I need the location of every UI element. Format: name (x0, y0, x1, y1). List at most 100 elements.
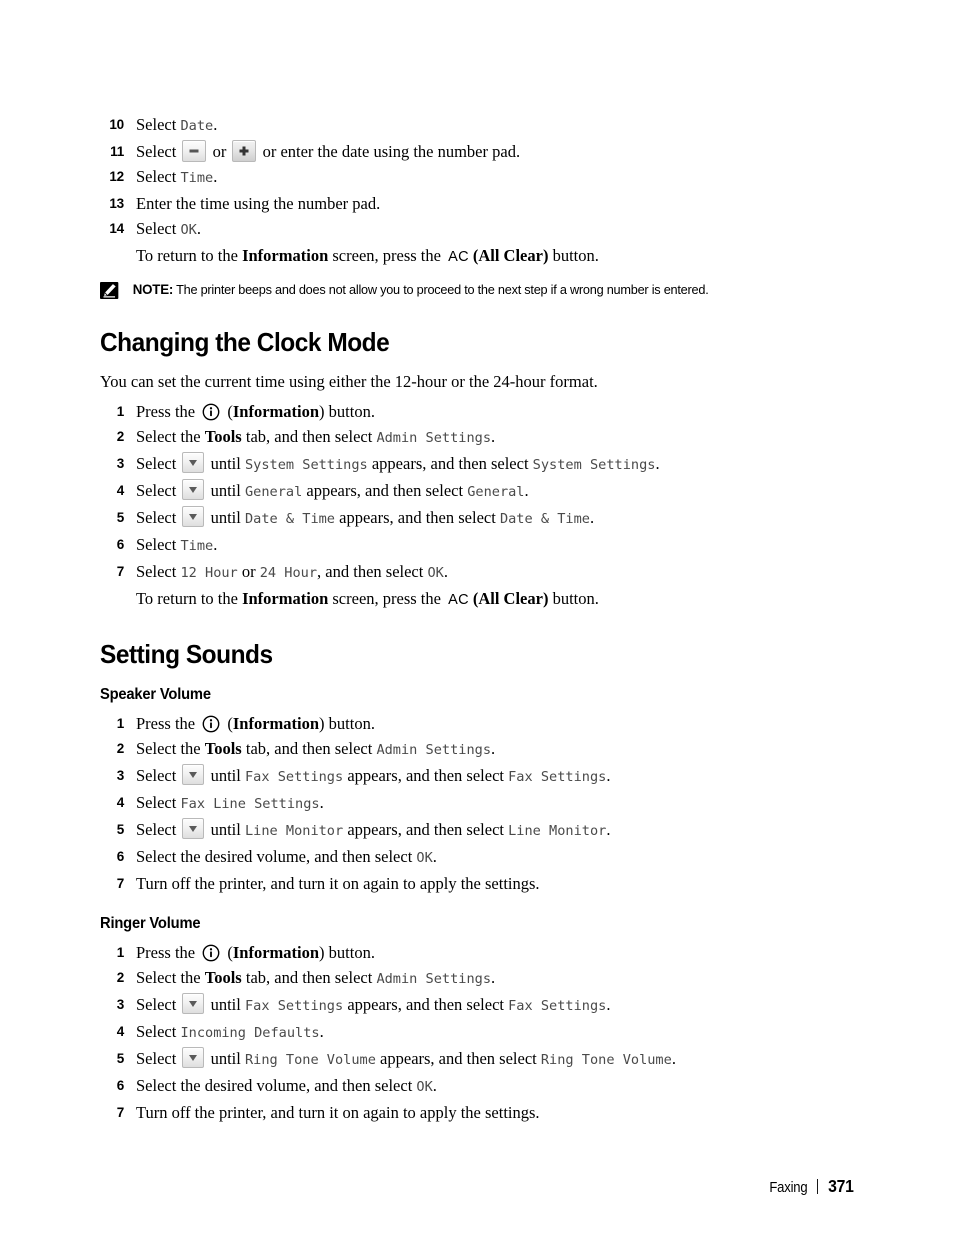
ringer-step-2: 2 Select the Tools tab, and then select … (100, 965, 870, 992)
step-12: 12 Select Time. (100, 164, 870, 191)
down-arrow-key-icon[interactable] (182, 479, 205, 500)
step-number: 7 (116, 1105, 125, 1120)
step-text-mid3: , and then select (317, 562, 428, 581)
step-text: Select until System Settings appears, an… (136, 452, 660, 473)
step-text-post: ( (223, 402, 233, 421)
ui-string: Date & Time (244, 511, 335, 527)
step-text-post: . (606, 766, 611, 785)
down-arrow-key-icon[interactable] (182, 452, 205, 473)
step-text: Select Date. (136, 115, 217, 134)
step-text-tail: ) button. (319, 714, 375, 733)
step-text-mid: tab, and then select (241, 427, 377, 446)
plus-key-icon[interactable] (232, 140, 257, 162)
speaker-step-6: 6 Select the desired volume, and then se… (100, 844, 870, 871)
speaker-step-5: 5 Select until Line Monitor appears, and… (100, 817, 870, 844)
step-text-mid: until (206, 995, 245, 1014)
step-text-post: . (196, 219, 201, 238)
step-text-mid: until (206, 481, 245, 500)
clock-step-1: 1 Press the (Information) button. (100, 399, 870, 424)
step-text: Select the Tools tab, and then select Ad… (136, 968, 495, 987)
step-text-mid: until (206, 508, 245, 527)
step-text-pre: Press the (136, 714, 200, 733)
step-text-mid: until (206, 820, 245, 839)
ui-string: Ring Tone Volume (244, 1052, 376, 1068)
ui-string: OK (427, 565, 444, 581)
step-text-post: ( (223, 943, 233, 962)
step-text-post: . (606, 995, 611, 1014)
step-10: 10 Select Date. (100, 112, 870, 139)
down-arrow-key-icon[interactable] (182, 818, 205, 839)
ui-string: OK (416, 1079, 433, 1095)
step-text: Select until Ring Tone Volume appears, a… (136, 1047, 676, 1068)
step-number: 7 (116, 876, 125, 891)
step-text: Select the Tools tab, and then select Ad… (136, 427, 495, 446)
step-text: Select the Tools tab, and then select Ad… (136, 739, 495, 758)
step-text-post: . (432, 1076, 437, 1095)
step-text-pre: Select (136, 562, 181, 581)
step-text-tail: ) button. (319, 402, 375, 421)
information-button-label: Information (232, 943, 320, 962)
step-number: 7 (116, 564, 125, 579)
clock-return-to-information-note: To return to the Information screen, pre… (100, 586, 870, 613)
step-text-post: . (443, 562, 448, 581)
step-text-pre: Select (136, 454, 181, 473)
step-text-post: or enter the date using the number pad. (258, 142, 521, 161)
step-number: 5 (116, 510, 125, 525)
footer-divider (817, 1179, 819, 1194)
note-body: The printer beeps and does not allow you… (173, 282, 709, 297)
step-number: 5 (116, 1051, 125, 1066)
note-text-pre: To return to the (136, 246, 243, 265)
step-number: 2 (116, 429, 125, 444)
down-arrow-key-icon[interactable] (182, 506, 205, 527)
step-text: Press the (Information) button. (136, 943, 375, 962)
all-clear-icon[interactable]: AC (448, 245, 469, 270)
all-clear-icon[interactable]: AC (448, 588, 469, 613)
ui-string: Incoming Defaults (180, 1025, 320, 1041)
return-to-information-note: To return to the Information screen, pre… (100, 243, 870, 270)
ringer-step-1: 1 Press the (Information) button. (100, 940, 870, 965)
step-text-mid: until (206, 454, 245, 473)
step-text-pre: Select the (136, 739, 205, 758)
step-text-post: . (491, 968, 496, 987)
step-number: 6 (116, 1078, 125, 1093)
step-text-pre: Select (136, 167, 181, 186)
information-screen-label: Information (242, 589, 329, 608)
step-text-pre: Select the desired volume, and then sele… (136, 847, 417, 866)
step-text-mid2: appears, and then select (375, 1049, 541, 1068)
step-text: Enter the time using the number pad. (136, 194, 381, 213)
ui-string: General (244, 484, 303, 500)
step-text-pre: Select (136, 1049, 181, 1068)
ui-string: Date (180, 118, 214, 134)
minus-key-icon[interactable] (182, 140, 207, 162)
down-arrow-key-icon[interactable] (182, 993, 205, 1014)
information-icon[interactable] (202, 944, 220, 962)
ui-string: System Settings (244, 457, 368, 473)
ui-string: 12 Hour (180, 565, 238, 581)
information-button-label: Information (232, 714, 320, 733)
down-arrow-key-icon[interactable] (182, 764, 205, 785)
ui-string: Fax Settings (508, 769, 607, 785)
tools-tab-label: Tools (204, 739, 242, 758)
step-number: 3 (116, 997, 125, 1012)
step-text-mid2: appears, and then select (343, 820, 509, 839)
information-icon[interactable] (202, 403, 220, 421)
step-text: Select or or enter the date using the nu… (136, 140, 521, 162)
ui-string: Line Monitor (508, 823, 607, 839)
note-text-mid: screen, press the (328, 246, 446, 265)
section-heading-setting-sounds: Setting Sounds (100, 639, 273, 669)
footer-section-name: Faxing (769, 1180, 808, 1196)
step-number: 3 (116, 768, 125, 783)
information-icon[interactable] (202, 715, 220, 733)
step-text-pre: Select (136, 508, 181, 527)
step-text-pre: Select (136, 995, 181, 1014)
date-time-step-list: 10 Select Date. 11 Select or or enter th… (100, 112, 870, 243)
step-number: 1 (116, 404, 125, 419)
step-text: Turn off the printer, and turn it on aga… (136, 1103, 540, 1122)
ui-string: Ring Tone Volume (540, 1052, 672, 1068)
note-text-pre: To return to the (136, 589, 243, 608)
step-text: Select Incoming Defaults. (136, 1022, 324, 1041)
step-text: Press the (Information) button. (136, 402, 375, 421)
ui-string: Line Monitor (244, 823, 344, 839)
down-arrow-key-icon[interactable] (182, 1047, 205, 1068)
tools-tab-label: Tools (204, 968, 242, 987)
